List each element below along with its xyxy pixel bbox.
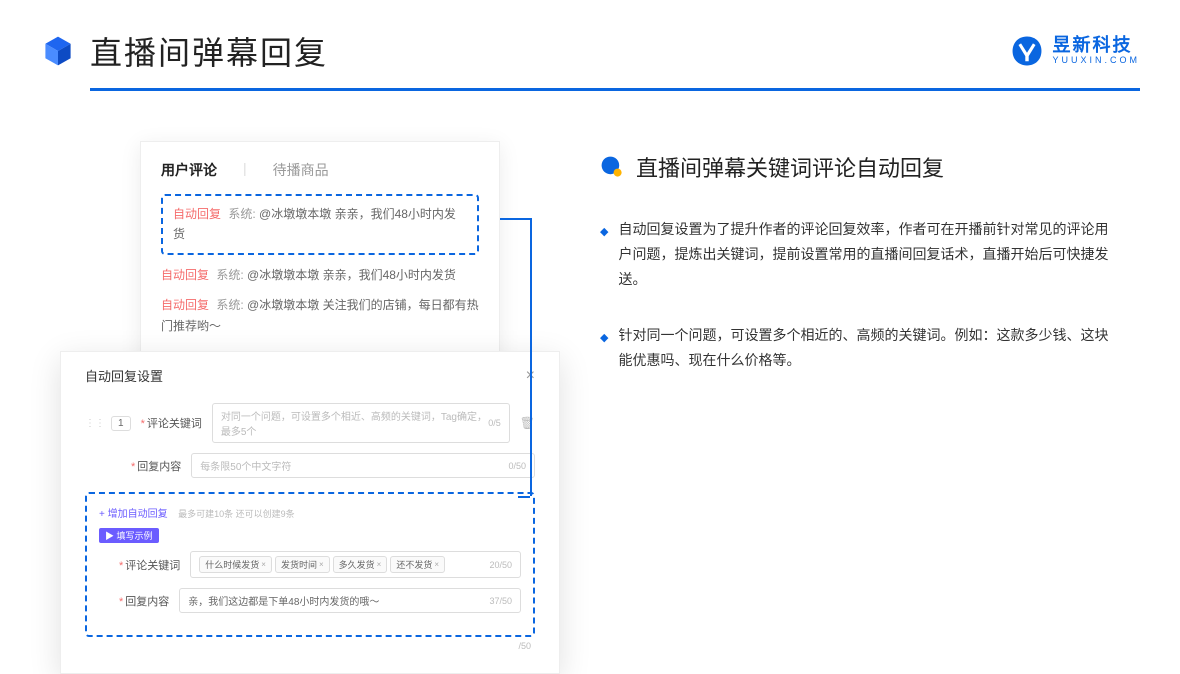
content-input[interactable]: 每条限50个中文字符 0/50 (191, 453, 535, 478)
connector-line (518, 496, 530, 498)
connector-line (530, 218, 532, 496)
tag-remove-icon[interactable]: × (434, 560, 439, 569)
add-reply-link[interactable]: + 增加自动回复 (99, 509, 168, 520)
logo-cn: 昱新科技 (1052, 36, 1140, 56)
comment-body: @冰墩墩本墩 亲亲，我们48小时内发货 (247, 268, 456, 282)
bullet-text: 自动回复设置为了提升作者的评论回复效率，作者可在开播前针对常见的评论用户问题，提… (618, 217, 1120, 293)
comment-item: 自动回复 系统: @冰墩墩本墩 关注我们的店铺，每日都有热门推荐哟～ (161, 295, 479, 336)
section-title: 直播间弹幕关键词评论自动回复 (636, 151, 944, 183)
ex-keyword-count: 20/50 (489, 560, 512, 570)
tag-remove-icon[interactable]: × (377, 560, 382, 569)
index-number: 1 (111, 416, 131, 431)
keyword-placeholder: 对同一个问题，可设置多个相近、高频的关键词，Tag确定，最多5个 (221, 408, 488, 438)
diamond-icon: ◆ (600, 223, 608, 293)
system-tag: 系统: (216, 268, 243, 282)
system-tag: 系统: (216, 298, 243, 312)
keyword-input[interactable]: 对同一个问题，可设置多个相近、高频的关键词，Tag确定，最多5个 0/5 (212, 403, 510, 443)
ex-content-count: 37/50 (489, 596, 512, 606)
tab-separator: | (243, 160, 247, 180)
tag-remove-icon[interactable]: × (319, 560, 324, 569)
ex-keyword-label: 评论关键词 (125, 560, 180, 572)
ex-content-value: 亲，我们这边都是下单48小时内发货的哦～ (188, 593, 489, 608)
example-box: + 增加自动回复 最多可建10条 还可以创建9条 ▶ 填写示例 *评论关键词 什… (85, 492, 535, 637)
ex-content-label: 回复内容 (125, 596, 169, 608)
keyword-count: 0/5 (488, 418, 501, 428)
ex-keyword-input[interactable]: 什么时候发货×发货时间×多久发货×还不发货× 20/50 (190, 551, 521, 578)
comment-item: 自动回复 系统: @冰墩墩本墩 亲亲，我们48小时内发货 (161, 265, 479, 285)
ex-content-input[interactable]: 亲，我们这边都是下单48小时内发货的哦～ 37/50 (179, 588, 521, 613)
system-tag: 系统: (228, 207, 255, 221)
settings-panel: 自动回复设置 × ⋮⋮ 1 *评论关键词 对同一个问题，可设置多个相近、高频的关… (60, 351, 560, 674)
delete-icon[interactable]: 🗑 (520, 416, 535, 430)
example-badge: ▶ 填写示例 (99, 528, 159, 543)
keyword-tag[interactable]: 还不发货× (390, 556, 445, 573)
comment-highlighted: 自动回复 系统: @冰墩墩本墩 亲亲，我们48小时内发货 (161, 194, 479, 255)
bullet-item: ◆ 针对同一个问题，可设置多个相近的、高频的关键词。例如：这款多少钱、这块能优惠… (600, 323, 1120, 373)
settings-title: 自动回复设置 (85, 366, 163, 385)
chat-bubble-icon (600, 155, 624, 179)
drag-handle-icon[interactable]: ⋮⋮ (85, 418, 105, 429)
add-hint: 最多可建10条 还可以创建9条 (178, 509, 295, 519)
keyword-tag[interactable]: 什么时候发货× (199, 556, 272, 573)
logo-en: YUUXIN.COM (1052, 56, 1140, 66)
ex-tags: 什么时候发货×发货时间×多久发货×还不发货× (199, 556, 489, 573)
content-count: 0/50 (508, 461, 526, 471)
keyword-tag[interactable]: 发货时间× (275, 556, 330, 573)
bullet-item: ◆ 自动回复设置为了提升作者的评论回复效率，作者可在开播前针对常见的评论用户问题… (600, 217, 1120, 293)
page-title: 直播间弹幕回复 (90, 28, 328, 74)
brand-logo: 昱新科技 YUUXIN.COM (1010, 34, 1140, 68)
auto-reply-tag: 自动回复 (173, 207, 221, 221)
tag-remove-icon[interactable]: × (261, 560, 266, 569)
content-placeholder: 每条限50个中文字符 (200, 458, 508, 473)
bullet-text: 针对同一个问题，可设置多个相近的、高频的关键词。例如：这款多少钱、这块能优惠吗、… (618, 323, 1120, 373)
tab-comments[interactable]: 用户评论 (161, 160, 217, 180)
keyword-tag[interactable]: 多久发货× (333, 556, 388, 573)
logo-icon (1010, 34, 1044, 68)
cube-icon (40, 33, 76, 69)
comment-panel: 用户评论 | 待播商品 自动回复 系统: @冰墩墩本墩 亲亲，我们48小时内发货… (140, 141, 500, 375)
diamond-icon: ◆ (600, 329, 608, 373)
content-label: 回复内容 (137, 461, 181, 473)
tab-products[interactable]: 待播商品 (273, 160, 329, 180)
auto-reply-tag: 自动回复 (161, 268, 209, 282)
connector-line (500, 218, 530, 220)
outer-count: /50 (85, 641, 535, 651)
auto-reply-tag: 自动回复 (161, 298, 209, 312)
keyword-label: 评论关键词 (147, 418, 202, 430)
